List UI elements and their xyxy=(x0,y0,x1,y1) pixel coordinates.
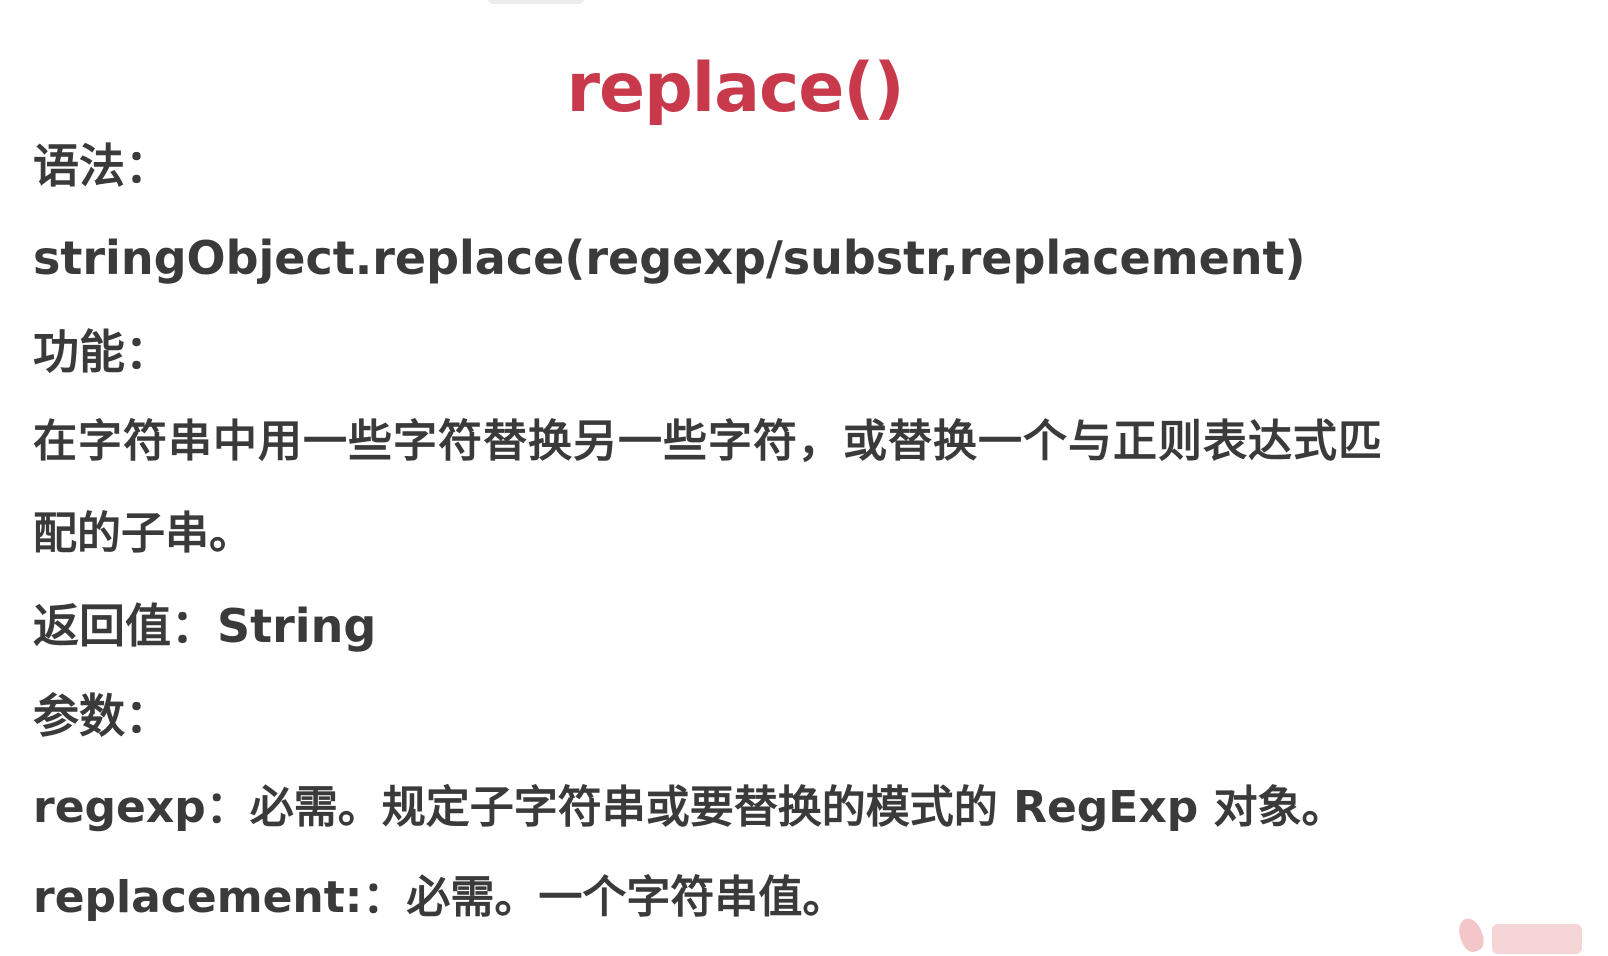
syntax-label: 语法： xyxy=(33,139,171,193)
syntax-code: stringObject.replace(regexp/substr,repla… xyxy=(33,231,1306,285)
function-description-line-2: 配的子串。 xyxy=(33,508,253,559)
slide: replace() 语法： stringObject.replace(regex… xyxy=(0,0,1608,955)
return-value: 返回值：String xyxy=(33,599,377,653)
function-description-line-1: 在字符串中用一些字符替换另一些字符，或替换一个与正则表达式匹 xyxy=(33,416,1383,467)
logo-text-blur xyxy=(1492,924,1582,954)
params-label: 参数： xyxy=(33,689,171,743)
slide-title: replace() xyxy=(566,49,904,128)
function-label: 功能： xyxy=(33,325,171,379)
faded-top-text xyxy=(486,0,586,4)
flame-shape xyxy=(1454,915,1488,955)
param-replacement: replacement:：必需。一个字符串值。 xyxy=(33,872,847,923)
flame-logo-icon xyxy=(1452,906,1608,956)
param-regexp: regexp：必需。规定子字符串或要替换的模式的 RegExp 对象。 xyxy=(33,782,1346,833)
